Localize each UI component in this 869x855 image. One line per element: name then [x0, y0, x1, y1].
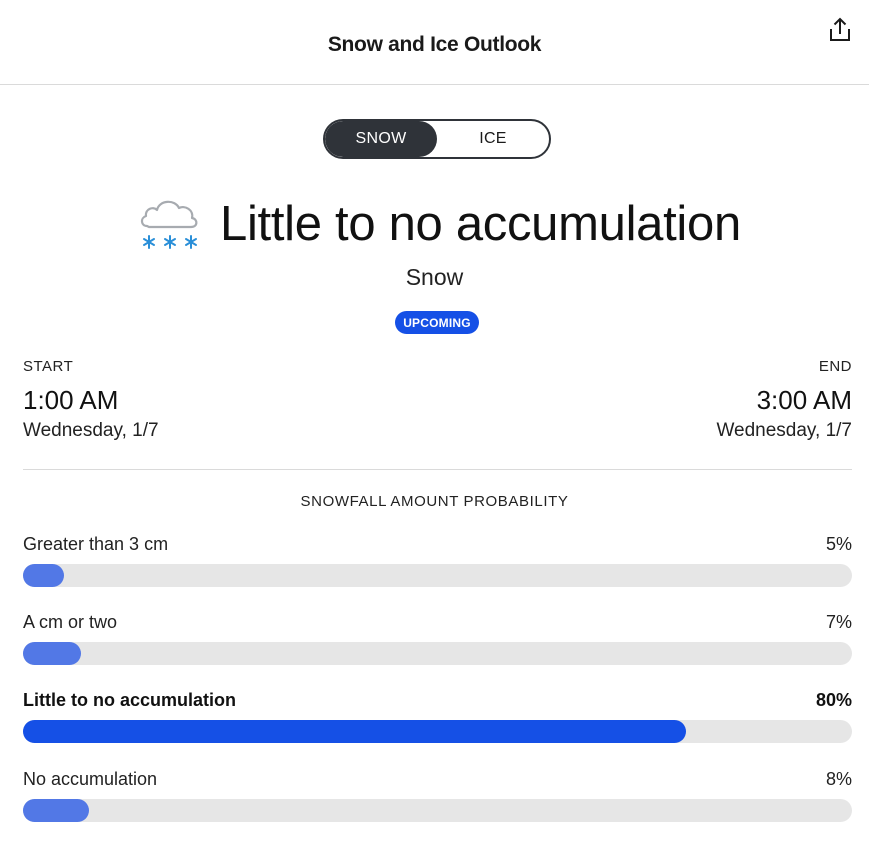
share-button[interactable] — [826, 16, 854, 44]
snow-ice-toggle: SNOW ICE — [323, 119, 551, 159]
probability-label: A cm or two — [23, 612, 118, 632]
toggle-snow[interactable]: SNOW — [325, 121, 437, 157]
probability-bar-fill — [23, 564, 65, 587]
probability-section-title: SNOWFALL AMOUNT PROBABILITY — [300, 493, 569, 510]
probability-bar-track — [23, 642, 852, 665]
precip-type: Snow — [405, 264, 464, 290]
start-label: START — [23, 358, 74, 375]
page-title: Snow and Ice Outlook — [327, 33, 542, 56]
share-icon[interactable] — [826, 16, 854, 44]
probability-percent: 80% — [815, 690, 852, 710]
end-time: 3:00 AM — [756, 385, 852, 415]
status-badge: UPCOMING — [395, 311, 479, 334]
probability-label: Greater than 3 cm — [23, 534, 169, 554]
app-header: Snow and Ice Outlook — [0, 0, 869, 85]
probability-percent: 5% — [825, 534, 852, 554]
probability-percent: 7% — [825, 612, 852, 632]
probability-bar-track — [23, 799, 852, 822]
probability-bar-track — [23, 720, 852, 743]
snowflakes — [143, 235, 197, 249]
probability-bar-track — [23, 564, 852, 587]
section-divider — [23, 469, 852, 470]
probability-percent: 8% — [825, 769, 852, 789]
end-label: END — [818, 358, 852, 375]
end-date: Wednesday, 1/7 — [716, 420, 852, 441]
probability-bar-fill — [23, 720, 687, 743]
snow-cloud-icon — [139, 196, 201, 254]
probability-label: No accumulation — [23, 769, 158, 789]
start-date: Wednesday, 1/7 — [23, 420, 159, 441]
toggle-ice[interactable]: ICE — [437, 121, 549, 157]
probability-bar-fill — [23, 642, 82, 665]
probability-bar-fill — [23, 799, 90, 822]
probability-label: Little to no accumulation — [23, 690, 237, 710]
forecast-headline: Little to no accumulation — [220, 197, 741, 251]
start-time: 1:00 AM — [23, 385, 119, 415]
